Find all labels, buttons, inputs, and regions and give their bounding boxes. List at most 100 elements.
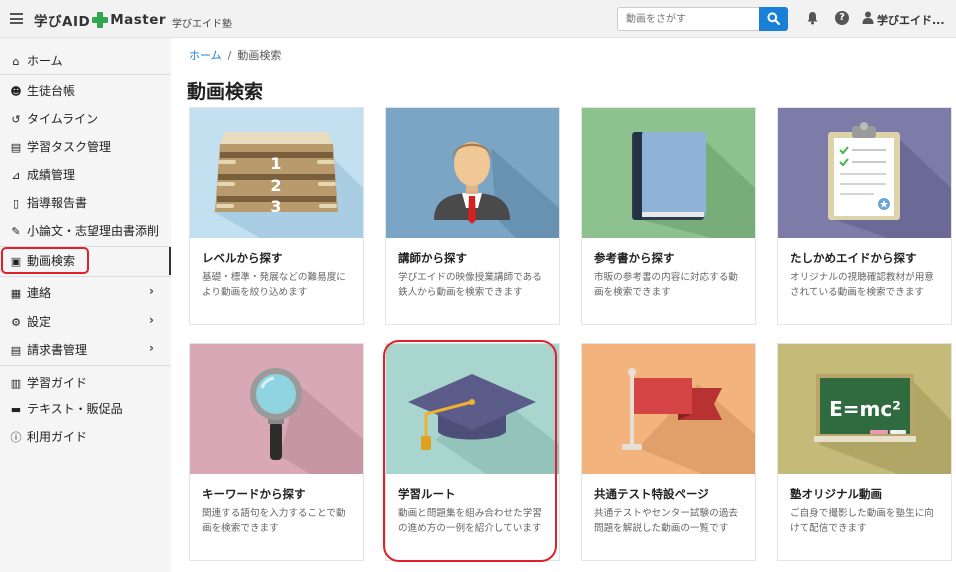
card-title: 共通テスト特設ページ <box>594 487 709 501</box>
card-image <box>386 108 559 238</box>
card-title: レベルから探す <box>202 251 283 265</box>
search-input[interactable] <box>617 7 759 31</box>
sidebar-item-6[interactable]: ▯ 指導報告書 <box>9 194 180 211</box>
card-image: E=mc² <box>778 344 951 474</box>
chalkboard-icon: E=mc² <box>778 344 951 474</box>
breadcrumb-current: 動画検索 <box>237 49 282 62</box>
card-description: 関連する語句を入力することで動画を検索できます <box>202 508 346 534</box>
bell-icon[interactable] <box>806 11 819 25</box>
chart-icon: ⊿ <box>11 169 21 182</box>
breadcrumb-separator: / <box>227 49 232 62</box>
chevron-right-icon[interactable]: › <box>149 313 154 327</box>
invoice-icon: ▤ <box>10 344 22 357</box>
card-tashikame-search[interactable]: たしかめエイドから探す オリジナルの視聴確認教材が用意されている動画を検索できま… <box>777 107 952 325</box>
brand-name: 学びAID <box>34 14 91 30</box>
level-number-2: 2 <box>270 176 281 195</box>
sidebar-item-label: 生徒台帳 <box>27 84 76 98</box>
search-icon <box>767 12 780 25</box>
sidebar-item-label: 学習ガイド <box>27 376 88 390</box>
card-title: 参考書から探す <box>594 251 675 265</box>
info-icon: ⓘ <box>10 431 22 444</box>
chevron-right-icon[interactable]: › <box>149 284 154 298</box>
sidebar-item-label: 指導報告書 <box>27 196 88 210</box>
sidebar-item-5[interactable]: ⊿ 成績管理 <box>9 166 180 183</box>
card-description: 市販の参考書の内容に対応する動画を検索できます <box>594 272 738 298</box>
card-reference-book-search[interactable]: 参考書から探す 市販の参考書の内容に対応する動画を検索できます <box>581 107 756 325</box>
card-juku-original-video[interactable]: E=mc² 塾オリジナル動画 ご自身で撮影した動画を塾生に向けて配信できます <box>777 343 952 561</box>
card-image <box>778 108 951 238</box>
sidebar-item-label: 設定 <box>27 315 52 329</box>
card-title: 塾オリジナル動画 <box>790 487 882 501</box>
card-teacher-search[interactable]: 講師から探す 学びエイドの映像授業講師である鉄人から動画を検索できます <box>385 107 560 325</box>
sidebar-item-label: 小論文・志望理由書添削 <box>27 224 160 238</box>
user-icon[interactable] <box>862 11 874 24</box>
active-item-indicator <box>169 247 171 275</box>
card-title: キーワードから探す <box>202 487 306 501</box>
sidebar-divider <box>0 276 171 277</box>
sidebar-item-label: ホーム <box>27 54 63 68</box>
sidebar-divider <box>0 74 171 75</box>
book-icon <box>582 108 755 238</box>
pen-icon: ✎ <box>11 225 21 238</box>
history-icon: ↺ <box>11 113 21 126</box>
magnifying-glass-icon <box>190 344 363 474</box>
top-bar: 学びAID Master 学びエイド塾 ? 学びエイド... <box>0 0 956 38</box>
card-common-test-page[interactable]: 共通テスト特設ページ 共通テストやセンター試験の過去問題を解説した動画の一覧です <box>581 343 756 561</box>
card-title: 講師から探す <box>398 251 467 265</box>
clipboard-icon: ▤ <box>10 141 22 154</box>
sidebar-item-13[interactable]: ▬ テキスト・販促品 <box>9 400 180 417</box>
book-icon: ▥ <box>10 377 22 390</box>
sidebar-item-label: 連絡 <box>27 286 52 300</box>
breadcrumb: ホーム / 動画検索 <box>189 47 281 63</box>
page-title: 動画検索 <box>187 81 264 103</box>
brand-logo[interactable]: 学びAID Master <box>34 10 166 30</box>
card-description: ご自身で撮影した動画を塾生に向けて配信できます <box>790 508 934 534</box>
card-description: 基礎・標準・発展などの難易度により動画を絞り込めます <box>202 272 346 298</box>
sidebar-item-1[interactable]: ⌂ ホーム <box>9 52 180 69</box>
chevron-right-icon[interactable]: › <box>149 341 154 355</box>
settings-icon: ⚙ <box>11 316 21 329</box>
search-button[interactable] <box>759 7 788 31</box>
sidebar-item-14[interactable]: ⓘ 利用ガイド <box>9 428 180 445</box>
card-image <box>582 344 755 474</box>
active-item-highlight <box>1 247 89 274</box>
file-icon: ▯ <box>12 197 20 210</box>
sidebar-item-12[interactable]: ▥ 学習ガイド <box>9 374 180 391</box>
sidebar-item-label: 学習タスク管理 <box>27 140 112 154</box>
card-level-search[interactable]: 1 2 3 レベルから探す 基礎・標準・発展などの難易度により動画を絞り込めます <box>189 107 364 325</box>
sidebar-item-label: 請求書管理 <box>27 343 88 357</box>
card-description: オリジナルの視聴確認教材が用意されている動画を検索できます <box>790 272 934 298</box>
card-description: 学びエイドの映像授業講師である鉄人から動画を検索できます <box>398 272 542 298</box>
sidebar-item-9[interactable]: ▦ 連絡 › <box>9 284 180 301</box>
help-icon[interactable]: ? <box>835 11 849 25</box>
hamburger-menu-icon[interactable] <box>10 13 23 24</box>
formula-text: E=mc² <box>829 397 901 421</box>
school-name: 学びエイド塾 <box>172 19 232 30</box>
vaulting-box-icon: 1 2 3 <box>190 108 363 238</box>
sidebar-item-11[interactable]: ▤ 請求書管理 › <box>9 341 180 358</box>
sidebar-item-10[interactable]: ⚙ 設定 › <box>9 313 180 330</box>
users-icon: ☻ <box>10 85 22 98</box>
cart-icon: ▬ <box>10 403 22 416</box>
home-icon: ⌂ <box>12 55 20 68</box>
card-keyword-search[interactable]: キーワードから探す 関連する語句を入力することで動画を検索できます <box>189 343 364 561</box>
breadcrumb-home[interactable]: ホーム <box>189 49 222 62</box>
card-image <box>582 108 755 238</box>
green-cross-icon <box>92 12 109 28</box>
sidebar-item-label: タイムライン <box>27 112 99 126</box>
sidebar-item-3[interactable]: ↺ タイムライン <box>9 110 180 127</box>
sidebar-item-label: 利用ガイド <box>27 430 88 444</box>
message-icon: ▦ <box>10 287 22 300</box>
user-menu[interactable]: 学びエイド... <box>877 12 945 28</box>
card-title: たしかめエイドから探す <box>790 251 917 265</box>
sidebar-item-label: テキスト・販促品 <box>27 402 123 416</box>
level-number-3: 3 <box>270 197 281 216</box>
sidebar-item-4[interactable]: ▤ 学習タスク管理 <box>9 138 180 155</box>
card-description: 共通テストやセンター試験の過去問題を解説した動画の一覧です <box>594 508 738 534</box>
sidebar-item-7[interactable]: ✎ 小論文・志望理由書添削 <box>9 222 180 239</box>
sidebar-divider <box>0 365 171 366</box>
sidebar-item-label: 成績管理 <box>27 168 76 182</box>
level-number-1: 1 <box>270 154 281 173</box>
study-route-highlight <box>383 340 557 562</box>
sidebar-item-2[interactable]: ☻ 生徒台帳 <box>9 82 180 99</box>
